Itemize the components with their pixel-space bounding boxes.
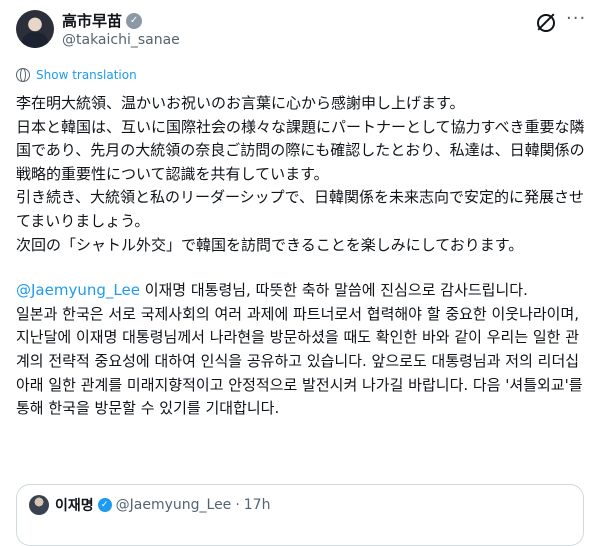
show-translation-link[interactable]: Show translation: [36, 68, 137, 82]
author-name-row: 高市早苗 ✓: [62, 10, 143, 31]
author-display-name[interactable]: 高市早苗: [62, 10, 122, 31]
author-handle[interactable]: @takaichi_sanae: [62, 32, 180, 48]
quoted-post[interactable]: 이재명 ✓ @Jaemyung_Lee · 17h: [16, 484, 584, 546]
post-text-ja-line-1: 李在明大統領、温かいお祝いのお言葉に心から感謝申し上げます。: [16, 94, 465, 112]
post-text-ko-greeting: 이재명 대통령님, 따뜻한 축하 말씀에 진심으로 감사드립니다.: [139, 281, 528, 300]
post-text-ja-line-3: 引き続き、大統領と私のリーダーシップで、日韓関係を未来志向で安定的に発展させてま…: [16, 188, 585, 230]
quoted-author-avatar: [29, 495, 49, 515]
show-translation-row[interactable]: Show translation: [16, 68, 137, 82]
post-text-ko-body: 일본과 한국은 서로 국제사회의 여러 과제에 파트너로서 협력해야 할 중요한…: [16, 304, 583, 418]
globe-icon: [16, 68, 30, 82]
post-text-ja-line-2: 日本と韓国は、互いに国際社会の様々な課題にパートナーとして協力すべき重要な隣国で…: [16, 117, 585, 183]
quoted-timestamp: 17h: [243, 497, 271, 513]
post-text: 李在明大統領、温かいお祝いのお言葉に心から感謝申し上げます。 日本と韓国は、互い…: [16, 92, 586, 421]
quoted-separator: ·: [235, 497, 240, 513]
quoted-author-name: 이재명: [55, 498, 94, 514]
verified-badge-icon: ✓: [126, 12, 143, 29]
author-avatar[interactable]: [16, 10, 54, 48]
post-text-ko-first: @Jaemyung_Lee 이재명 대통령님, 따뜻한 축하 말씀에 진심으로 …: [16, 279, 586, 303]
quoted-post-header: 이재명 ✓ @Jaemyung_Lee · 17h: [55, 495, 270, 515]
quoted-author-handle: @Jaemyung_Lee: [115, 497, 232, 513]
grok-icon[interactable]: [537, 14, 555, 32]
quoted-verified-badge-icon: ✓: [97, 498, 112, 512]
more-options-icon[interactable]: ···: [566, 8, 586, 29]
mention-link[interactable]: @Jaemyung_Lee: [16, 281, 140, 299]
post-text-ja-line-4: 次回の「シャトル外交」で韓国を訪問できることを楽しみにしております。: [16, 235, 524, 254]
